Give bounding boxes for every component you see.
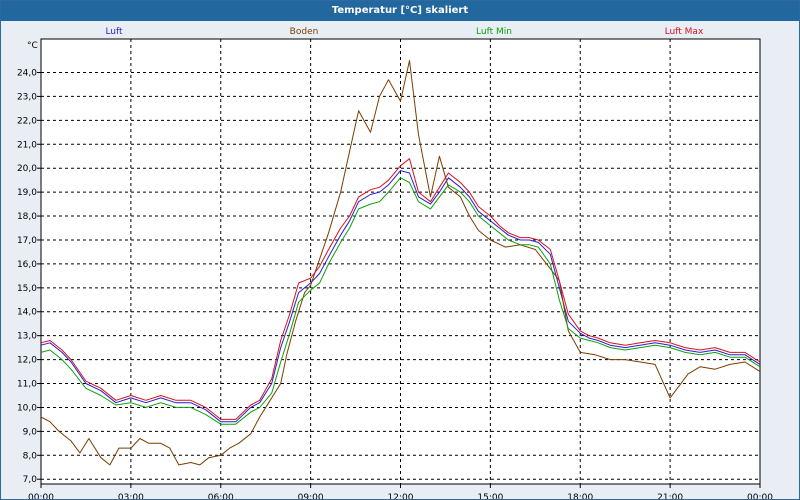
legend-item: Luft Min xyxy=(476,27,512,37)
y-tick-label: 23,0 xyxy=(17,92,37,102)
y-tick-label: 12,0 xyxy=(17,356,37,366)
y-tick-label: 10,0 xyxy=(17,403,37,413)
y-tick-label: 11,0 xyxy=(17,380,37,390)
y-axis: 7,0 8,0 9,0 10,0 11,0 12,0 13,0 14,0 15,0 16,0 17,… xyxy=(17,68,41,485)
y-tick-label: 15,0 xyxy=(17,284,37,294)
x-tick-time: 03:00 xyxy=(118,493,144,499)
y-tick-label: 24,0 xyxy=(17,68,37,78)
y-unit-label: °C xyxy=(27,41,38,51)
legend-item: Luft xyxy=(105,27,123,37)
x-tick-time: 12:00 xyxy=(388,493,414,499)
legend-item: Boden xyxy=(290,27,319,37)
y-tick-label: 19,0 xyxy=(17,188,37,198)
y-tick-label: 21,0 xyxy=(17,140,37,150)
temperature-chart: 7,0 8,0 9,0 10,0 11,0 12,0 13,0 14,0 15,0 16,0 17,… xyxy=(17,27,773,499)
y-tick-label: 14,0 xyxy=(17,308,37,318)
y-tick-label: 9,0 xyxy=(23,427,38,437)
x-axis: 00:0018.04.2603:0018.04.2606:0018.04.260… xyxy=(28,484,773,499)
x-tick-time: 00:00 xyxy=(747,493,773,499)
x-tick-time: 09:00 xyxy=(298,493,324,499)
x-tick-time: 18:00 xyxy=(567,493,593,499)
x-tick-time: 21:00 xyxy=(657,493,683,499)
y-tick-label: 22,0 xyxy=(17,116,37,126)
x-tick-time: 06:00 xyxy=(208,493,234,499)
legend-item: Luft Max xyxy=(665,27,704,37)
y-tick-label: 18,0 xyxy=(17,212,37,222)
y-tick-label: 20,0 xyxy=(17,164,37,174)
y-tick-label: 7,0 xyxy=(23,475,38,485)
x-tick-time: 15:00 xyxy=(477,493,503,499)
y-tick-label: 16,0 xyxy=(17,260,37,270)
legend: Luft Boden Luft Min Luft Max xyxy=(105,27,704,37)
chart-window: Temperatur [°C] skaliert 7,0 8,0 9,0 10,0 11… xyxy=(0,0,800,500)
y-tick-label: 17,0 xyxy=(17,236,37,246)
chart-title: Temperatur [°C] skaliert xyxy=(1,1,799,21)
x-tick-time: 00:00 xyxy=(28,493,54,499)
y-tick-label: 8,0 xyxy=(23,451,38,461)
y-tick-label: 13,0 xyxy=(17,332,37,342)
